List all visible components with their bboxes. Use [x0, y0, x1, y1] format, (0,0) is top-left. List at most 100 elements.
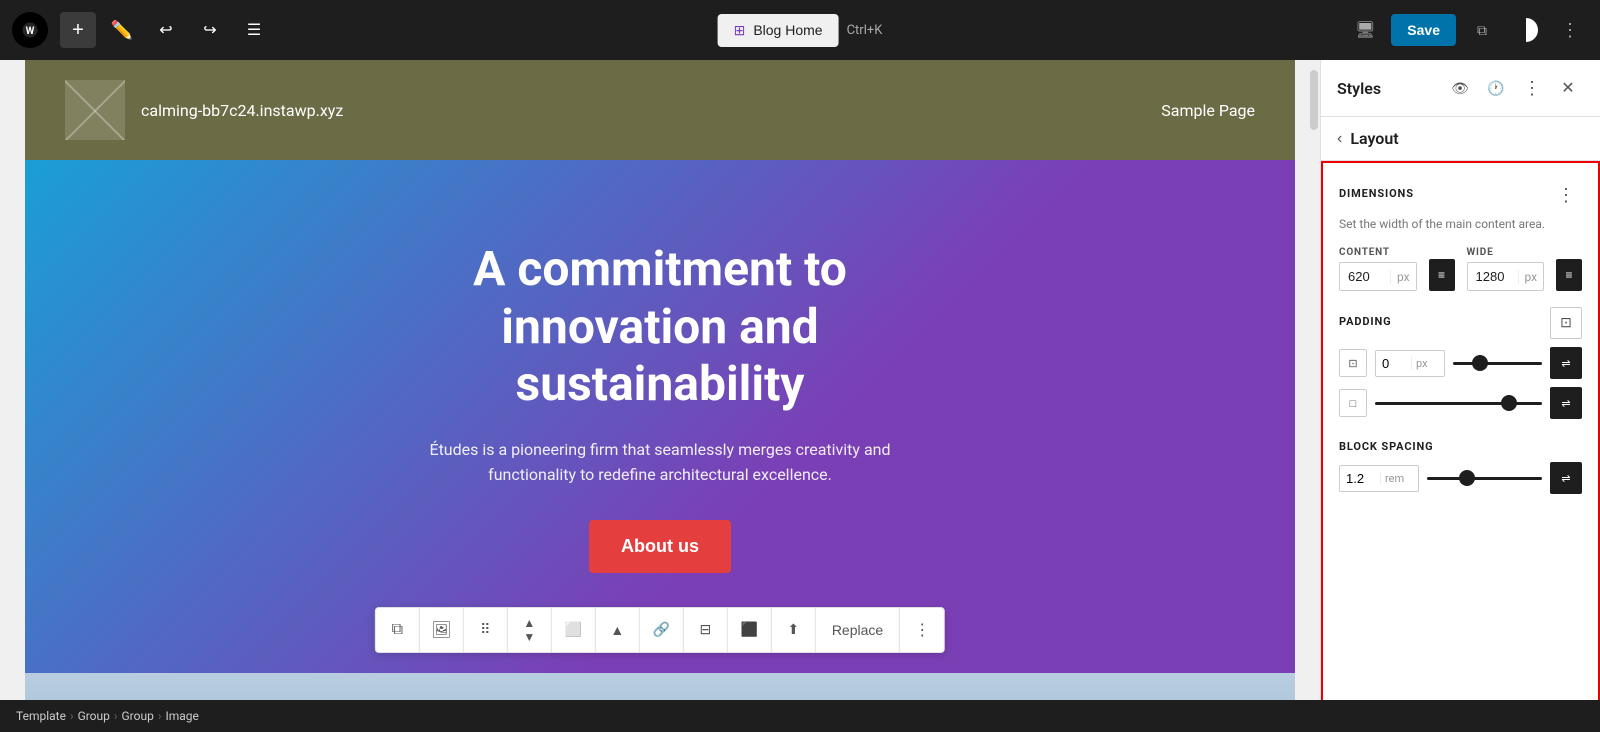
bs-unit: rem: [1380, 472, 1408, 485]
content-input-row: px: [1339, 262, 1417, 291]
align-button[interactable]: ⬜: [552, 608, 596, 652]
breadcrumb-group-1[interactable]: Group: [78, 709, 110, 723]
block-spacing-label: BLOCK SPACING: [1339, 440, 1434, 453]
canvas-scroll[interactable]: calming-bb7c24.instawp.xyz Sample Page A…: [0, 60, 1320, 732]
dimensions-desc: Set the width of the main content area.: [1339, 217, 1582, 231]
upload-button[interactable]: ⬆: [772, 608, 816, 652]
align-icon: ⬜: [565, 621, 582, 638]
wide-group: WIDE px: [1467, 247, 1545, 291]
layout-nav: ‹ Layout: [1321, 117, 1600, 161]
save-button[interactable]: Save: [1391, 14, 1456, 46]
link-icon: 🔗: [653, 621, 670, 638]
site-logo: [65, 80, 125, 140]
content-label: CONTENT: [1339, 247, 1417, 258]
undo-button[interactable]: ↩: [148, 12, 184, 48]
redo-icon: ↪: [203, 20, 216, 40]
preview-icon-button[interactable]: 👁: [1444, 72, 1476, 104]
edit-button[interactable]: ✏️: [104, 12, 140, 48]
canvas-frame: calming-bb7c24.instawp.xyz Sample Page A…: [25, 60, 1295, 732]
content-group: CONTENT px: [1339, 247, 1417, 291]
bs-slider[interactable]: [1427, 468, 1542, 488]
corners-symbol: ⊡: [1560, 315, 1572, 331]
history-icon-button[interactable]: 🕐: [1480, 72, 1512, 104]
close-panel-button[interactable]: ✕: [1552, 72, 1584, 104]
link-dimensions-button[interactable]: ≡: [1429, 259, 1455, 291]
right-panel: Styles 👁 🕐 ⋮ ✕ ‹ Layout: [1320, 60, 1600, 732]
add-button[interactable]: +: [60, 12, 96, 48]
padding-top-input[interactable]: [1376, 351, 1411, 376]
link-chain-icon: ≡: [1438, 268, 1445, 282]
desktop-view-button[interactable]: 🖥: [1347, 12, 1383, 48]
h-border-icon: □: [1350, 397, 1357, 410]
main-area: calming-bb7c24.instawp.xyz Sample Page A…: [0, 60, 1600, 732]
site-nav-item[interactable]: Sample Page: [1161, 101, 1255, 120]
undo-icon: ↩: [159, 20, 172, 40]
link-wide-icon: ≡: [1566, 268, 1573, 282]
padding-top-icon: ⊡: [1339, 349, 1367, 377]
dots-icon: ⋮: [914, 620, 930, 640]
padding-top-link-icon[interactable]: ⇌: [1550, 347, 1582, 379]
block-spacing-row: rem ⇌: [1339, 462, 1582, 494]
list-icon: ☰: [247, 20, 261, 40]
more-options-button[interactable]: ⋮: [1552, 12, 1588, 48]
upload-icon: ⬆: [787, 621, 799, 638]
text-align-icon: ▲: [610, 622, 624, 638]
panel-header: Styles 👁 🕐 ⋮ ✕: [1321, 60, 1600, 117]
copy-icon: ⧉: [392, 621, 403, 639]
breadcrumb-image[interactable]: Image: [165, 709, 198, 723]
link-wide-button[interactable]: ≡: [1556, 259, 1582, 291]
panel-ellipsis-icon: ⋮: [1523, 78, 1541, 99]
breadcrumb-group-2[interactable]: Group: [122, 709, 154, 723]
desktop-icon: 🖥: [1355, 20, 1375, 40]
padding-h-link-icon[interactable]: ⇌: [1550, 387, 1582, 419]
bs-input-row: rem: [1339, 465, 1419, 492]
replace-button[interactable]: Replace: [816, 608, 900, 652]
crop-icon: ⊟: [699, 621, 711, 638]
text-align-button[interactable]: ▲: [596, 608, 640, 652]
link-button[interactable]: 🔗: [640, 608, 684, 652]
drag-handle-button[interactable]: ⠿: [464, 608, 508, 652]
wide-label: WIDE: [1467, 247, 1545, 258]
scroll-thumb[interactable]: [1310, 70, 1318, 130]
move-up-down-button[interactable]: ▲▼: [508, 608, 552, 652]
page-icon: ⊞: [734, 22, 746, 39]
dimensions-row: CONTENT px ≡ WIDE px ≡: [1339, 247, 1582, 291]
site-url: calming-bb7c24.instawp.xyz: [141, 101, 343, 120]
history-icon: 🕐: [1487, 80, 1504, 97]
padding-top-slider[interactable]: [1453, 353, 1542, 373]
pencil-icon: ✏️: [111, 20, 133, 41]
wide-input[interactable]: [1468, 263, 1518, 290]
padding-header: PADDING ⊡: [1339, 307, 1582, 339]
site-header: calming-bb7c24.instawp.xyz Sample Page: [25, 60, 1295, 160]
eye-icon: 👁: [1451, 80, 1469, 97]
redo-button[interactable]: ↪: [192, 12, 228, 48]
scrollbar[interactable]: [1308, 60, 1320, 732]
about-us-button[interactable]: About us: [589, 520, 731, 573]
contrast-button[interactable]: [1508, 12, 1544, 48]
overlay-button[interactable]: ⬛: [728, 608, 772, 652]
hero-subtitle: Études is a pioneering firm that seamles…: [410, 437, 910, 488]
layout-label: Layout: [1350, 129, 1398, 148]
bs-input[interactable]: [1340, 466, 1380, 491]
wp-logo[interactable]: W: [12, 12, 48, 48]
list-view-button[interactable]: ☰: [236, 12, 272, 48]
block-more-button[interactable]: ⋮: [900, 608, 944, 652]
image-block-button[interactable]: 🖼: [420, 608, 464, 652]
bs-link-icon[interactable]: ⇌: [1550, 462, 1582, 494]
split-icon: ⧉: [1477, 22, 1487, 39]
dimensions-more-button[interactable]: ⋮: [1550, 179, 1582, 211]
padding-row-h: □ ⇌: [1339, 387, 1582, 419]
split-view-button[interactable]: ⧉: [1464, 12, 1500, 48]
content-input[interactable]: [1340, 263, 1390, 290]
back-button[interactable]: ‹: [1337, 130, 1342, 148]
breadcrumb-template: Template: [16, 709, 66, 723]
blog-home-label: Blog Home: [753, 22, 822, 38]
copy-block-button[interactable]: ⧉: [376, 608, 420, 652]
padding-h-slider[interactable]: [1375, 393, 1542, 413]
overlay-icon: ⬛: [741, 621, 758, 638]
plus-icon: +: [72, 19, 84, 42]
padding-h-icon: □: [1339, 389, 1367, 417]
crop-button[interactable]: ⊟: [684, 608, 728, 652]
panel-more-button[interactable]: ⋮: [1516, 72, 1548, 104]
blog-home-button[interactable]: ⊞ Blog Home: [718, 14, 839, 47]
